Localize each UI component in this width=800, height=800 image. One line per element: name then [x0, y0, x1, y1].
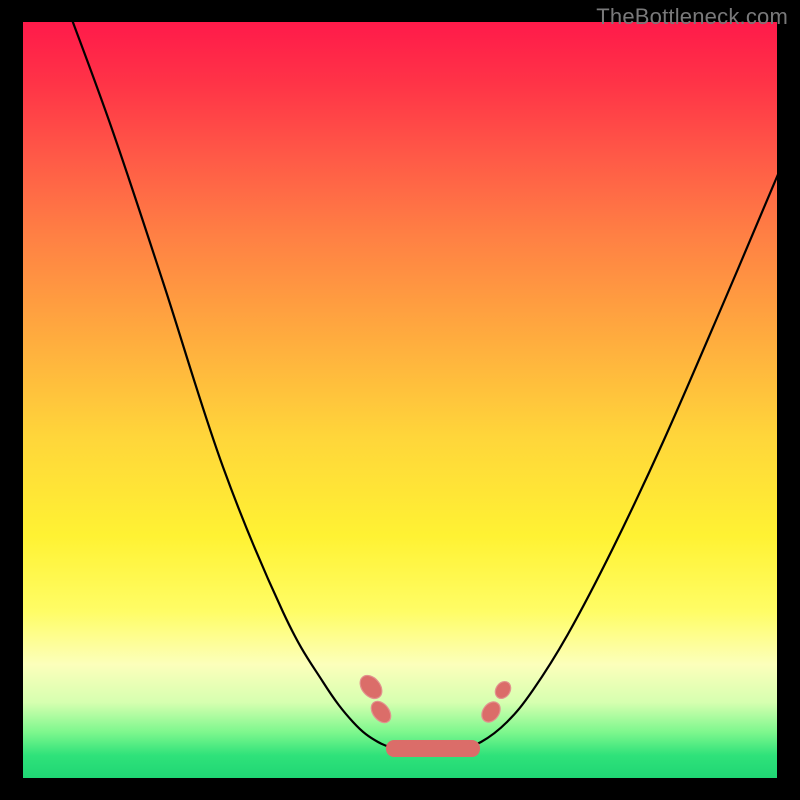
curve-marker	[356, 671, 387, 702]
chart-canvas	[23, 22, 777, 778]
curve-markers	[356, 671, 514, 726]
trough-band	[386, 740, 480, 757]
watermark-text: TheBottleneck.com	[596, 4, 788, 30]
chart-svg	[23, 22, 777, 778]
bottleneck-curve	[71, 17, 779, 752]
curve-marker	[478, 698, 504, 725]
curve-marker	[492, 679, 514, 702]
curve-marker	[367, 698, 394, 727]
